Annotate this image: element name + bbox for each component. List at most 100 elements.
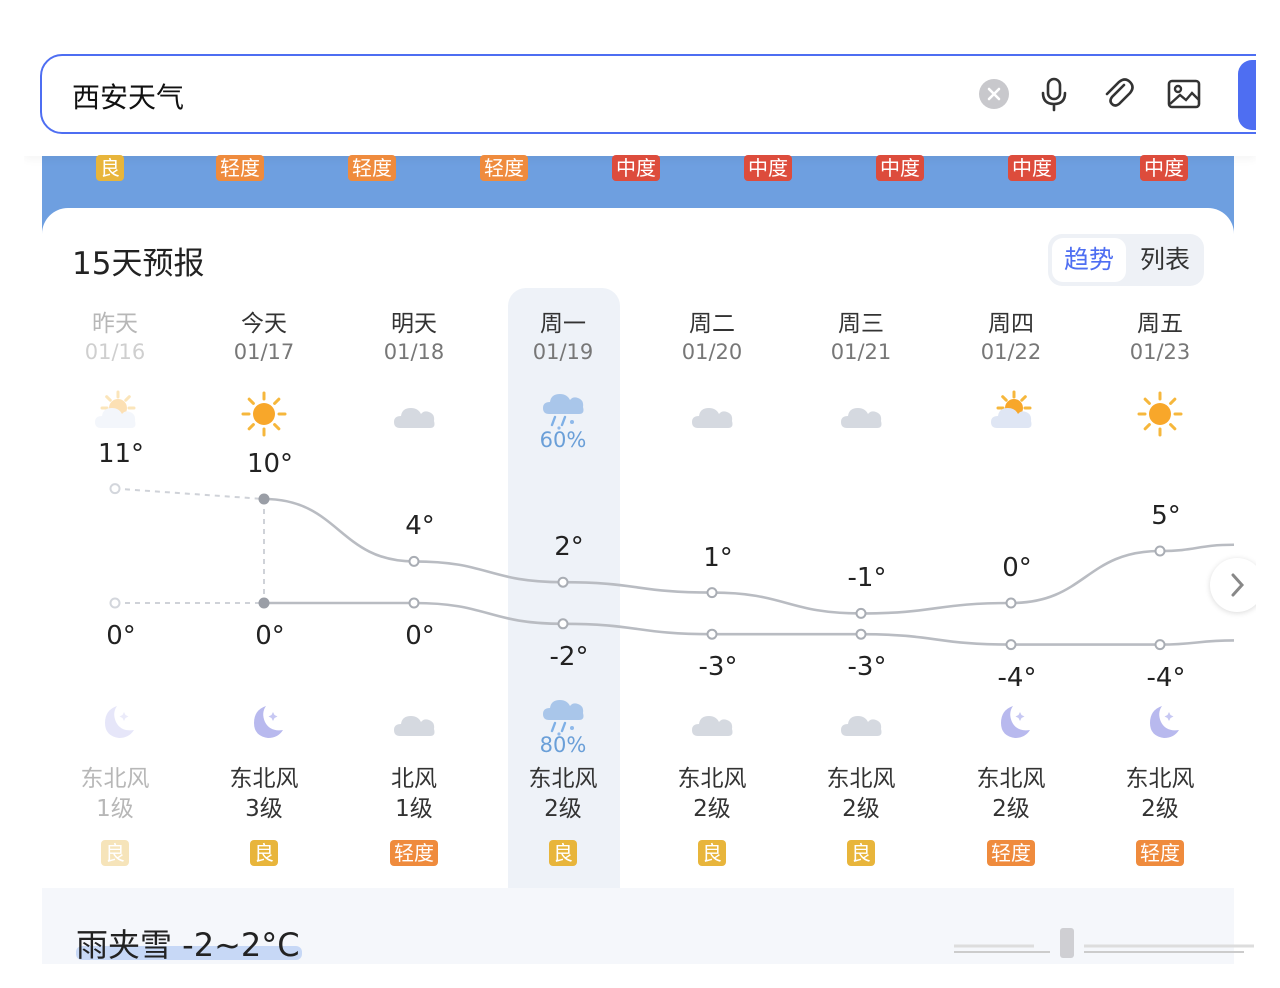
weather-screen: 良轻度 轻度 轻度 中度 中度 中度 中度 中度 西安天气 15天预报 趋势 列… <box>24 24 1256 964</box>
wind-direction: 东北风 <box>1125 766 1195 792</box>
high-point <box>706 587 718 599</box>
moon-icon <box>91 698 139 746</box>
low-temp-label: -2° <box>549 641 589 672</box>
high-temp-label: 10° <box>246 449 294 479</box>
aqi-badge: 中度 <box>612 155 660 181</box>
aqi-badge: 良 <box>549 840 577 866</box>
aqi-badge: 良 <box>96 155 124 181</box>
wind-level: 2级 <box>1141 796 1179 822</box>
sun-cloud-icon <box>987 390 1035 438</box>
cloud-icon <box>390 390 438 438</box>
high-temp-label: 4° <box>405 511 435 542</box>
sun-icon <box>1136 390 1184 438</box>
cloud-icon <box>390 698 438 746</box>
high-point <box>1005 597 1017 609</box>
high-line-past <box>114 487 265 500</box>
moon-icon <box>987 698 1035 746</box>
day-label: 昨天 <box>92 311 138 337</box>
aqi-badge: 轻度 <box>1136 840 1184 866</box>
wind-direction: 东北风 <box>528 766 598 792</box>
cloud-icon <box>837 390 885 438</box>
date-label: 01/21 <box>830 340 892 364</box>
summary-text: 雨夹雪 -2~2°C <box>76 926 300 964</box>
clear-icon[interactable] <box>976 76 1012 112</box>
aqi-badge: 良 <box>250 840 278 866</box>
wind-level: 2级 <box>992 796 1030 822</box>
low-temp-label: 0° <box>405 621 435 651</box>
low-temp-label: -4° <box>997 662 1037 693</box>
high-point <box>258 493 270 505</box>
forecast-card: 15天预报 趋势 列表 昨天 01/16 东北风 1级良今天 01/17 东北风 3级良明天… <box>42 208 1256 964</box>
aqi-badge: 良 <box>698 840 726 866</box>
sun-cloud-icon <box>91 390 139 438</box>
high-point <box>557 576 569 588</box>
date-label: 01/23 <box>1129 340 1191 364</box>
high-point <box>1154 545 1166 557</box>
microphone-icon[interactable] <box>1036 76 1072 112</box>
wind-level: 1级 <box>395 796 433 822</box>
low-temp-label: -3° <box>698 652 738 683</box>
high-temp-label: -1° <box>847 563 887 594</box>
aqi-badge: 轻度 <box>480 155 528 181</box>
high-point <box>408 555 420 567</box>
low-point <box>1005 639 1017 651</box>
day-label: 明天 <box>391 311 437 337</box>
aqi-badge: 轻度 <box>390 840 438 866</box>
search-bar: 西安天气 <box>24 24 1256 156</box>
search-box[interactable]: 西安天气 <box>40 54 1256 134</box>
wind-level: 2级 <box>842 796 880 822</box>
low-temp-label: -4° <box>1146 662 1186 693</box>
date-label: 01/19 <box>532 340 594 364</box>
wind-level: 3级 <box>245 796 283 822</box>
search-input[interactable]: 西安天气 <box>72 76 184 116</box>
wind-direction: 东北风 <box>80 766 150 792</box>
aqi-badge: 中度 <box>1008 155 1056 181</box>
aqi-badge: 中度 <box>744 155 792 181</box>
chevron-right-icon <box>1231 573 1245 597</box>
low-point <box>408 597 420 609</box>
low-temp-label: -3° <box>847 652 887 683</box>
aqi-badge: 中度 <box>876 155 924 181</box>
aqi-badge: 良 <box>847 840 875 866</box>
wind-level: 2级 <box>544 796 582 822</box>
cloud-icon <box>688 390 736 438</box>
high-temp-label: 2° <box>554 532 584 563</box>
aqi-badge: 轻度 <box>216 155 264 181</box>
low-point <box>706 628 718 640</box>
aqi-badge: 轻度 <box>987 840 1035 866</box>
precip-prob: 80% <box>539 733 587 757</box>
day-label: 今天 <box>241 311 287 337</box>
low-point <box>557 618 569 630</box>
moon-icon <box>240 698 288 746</box>
wind-direction: 东北风 <box>826 766 896 792</box>
date-label: 01/22 <box>980 340 1042 364</box>
sun-icon <box>240 390 288 438</box>
sleet-icon <box>539 690 587 738</box>
next-button[interactable] <box>1210 558 1256 612</box>
cloud-icon <box>837 698 885 746</box>
wind-direction: 东北风 <box>229 766 299 792</box>
day-label: 周三 <box>838 311 884 337</box>
moon-icon <box>1136 698 1184 746</box>
wind-direction: 北风 <box>391 766 437 792</box>
image-icon[interactable] <box>1166 76 1202 112</box>
aqi-badge: 中度 <box>1140 155 1188 181</box>
day-label: 周一 <box>540 311 586 337</box>
low-point <box>1154 639 1166 651</box>
date-label: 01/17 <box>233 340 295 364</box>
sleet-icon <box>539 384 587 432</box>
wind-direction: 东北风 <box>976 766 1046 792</box>
day-label: 周四 <box>988 311 1034 337</box>
high-temp-label: 0° <box>1002 553 1032 583</box>
wind-level: 1级 <box>96 796 134 822</box>
day-label: 周五 <box>1137 311 1183 337</box>
attachment-icon[interactable] <box>1100 76 1136 112</box>
date-label: 01/20 <box>681 340 743 364</box>
wind-level: 2级 <box>693 796 731 822</box>
low-point <box>855 628 867 640</box>
watermark-decoration <box>954 928 1254 958</box>
high-point <box>109 483 121 495</box>
wind-direction: 东北风 <box>677 766 747 792</box>
low-point <box>109 597 121 609</box>
search-button[interactable] <box>1238 60 1256 130</box>
